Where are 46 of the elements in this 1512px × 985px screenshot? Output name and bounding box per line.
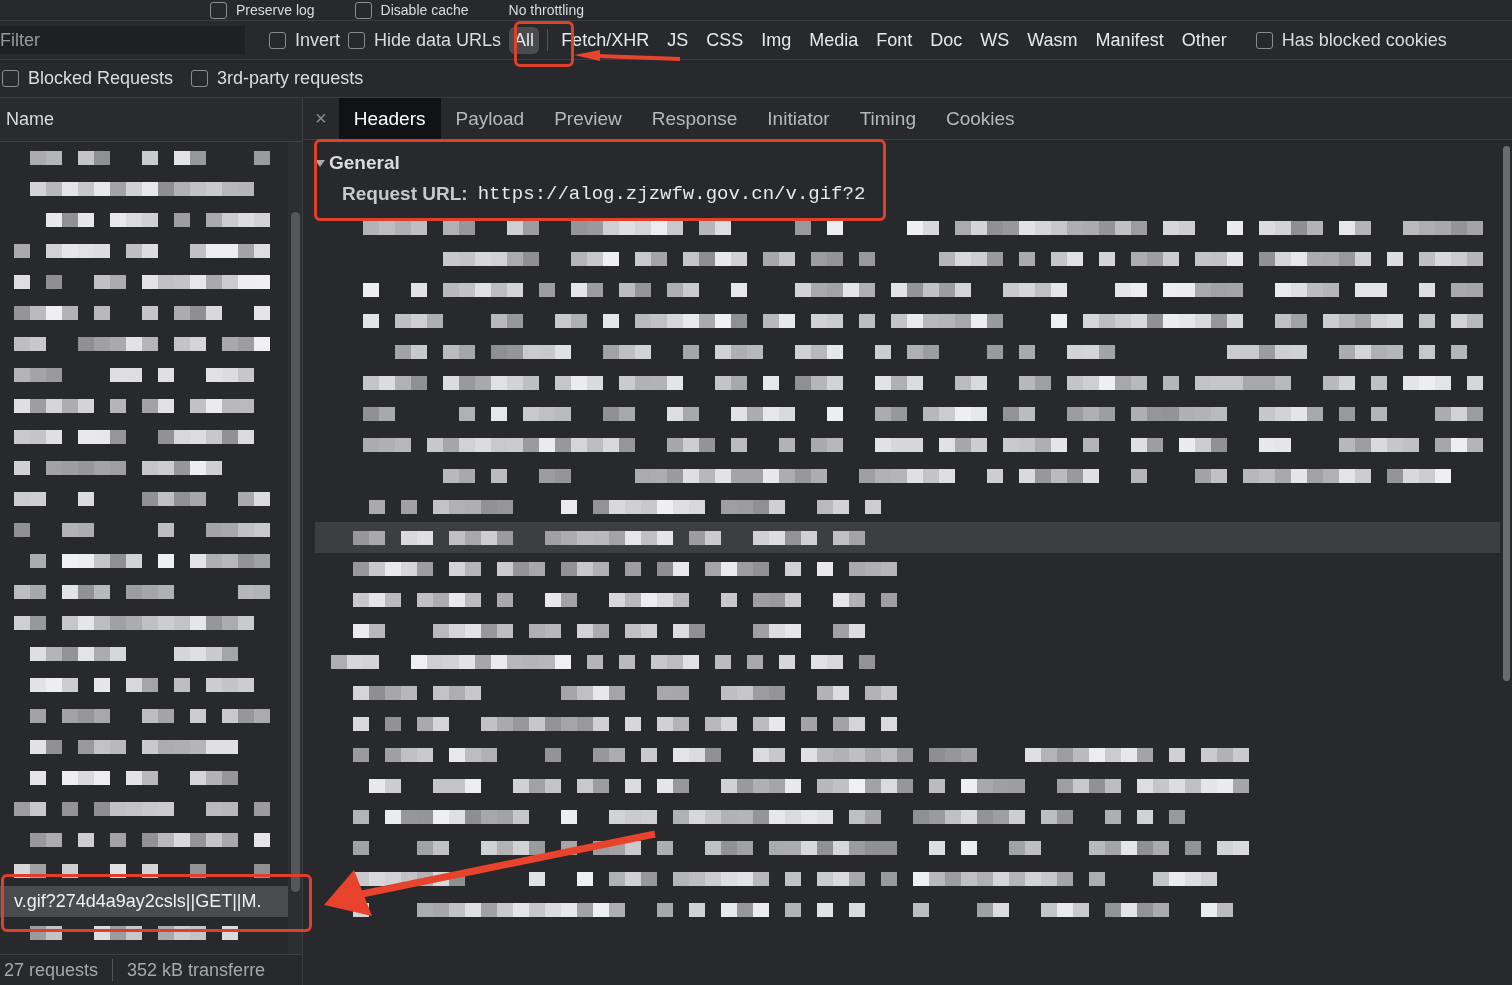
type-filter-button[interactable]: Media xyxy=(804,26,864,54)
status-text: 27 requests xyxy=(4,959,99,981)
option-label: Preserve log xyxy=(236,2,315,18)
option-label: Hide data URLs xyxy=(374,29,502,51)
throttling-select[interactable]: No throttling xyxy=(508,2,584,18)
type-filter-button[interactable]: Img xyxy=(756,26,797,54)
status-text: 352 kB transferre xyxy=(127,959,266,981)
option-label: Invert xyxy=(295,29,341,51)
tab[interactable]: Payload xyxy=(440,98,540,139)
checkbox[interactable] xyxy=(2,70,19,87)
checkbox[interactable] xyxy=(191,70,209,87)
tab[interactable]: Initiator xyxy=(752,98,845,139)
type-filter-button[interactable]: Doc xyxy=(925,26,968,54)
tab[interactable]: Cookies xyxy=(930,98,1030,139)
tab[interactable]: Response xyxy=(636,98,753,139)
request-row[interactable]: v.gif?274d4a9ay2csls||GET||M. xyxy=(0,886,288,917)
type-filter-button[interactable]: Other xyxy=(1176,26,1232,54)
option-label: Disable cache xyxy=(380,2,469,18)
filter-field[interactable]: Filter xyxy=(0,26,245,54)
column-header[interactable]: Name xyxy=(6,109,54,130)
option-label: 3rd-party requests xyxy=(217,68,364,89)
section-title[interactable]: General xyxy=(329,152,400,174)
checkbox[interactable] xyxy=(1255,31,1273,49)
option-label: Has blocked cookies xyxy=(1281,29,1447,51)
expand-triangle-icon[interactable] xyxy=(315,158,325,168)
checkbox[interactable] xyxy=(269,31,286,49)
header-name: Request URL: xyxy=(342,183,468,205)
type-filter-button[interactable]: Wasm xyxy=(1022,26,1083,54)
option-label: Blocked Requests xyxy=(28,68,174,89)
tab[interactable]: Timing xyxy=(844,98,931,139)
arrow-icon xyxy=(324,830,656,916)
checkbox[interactable] xyxy=(348,31,366,49)
type-filter-button[interactable]: Font xyxy=(871,26,918,54)
type-filter-button[interactable]: JS xyxy=(662,26,694,54)
close-button[interactable]: × xyxy=(303,98,339,139)
tab[interactable]: Preview xyxy=(539,98,637,139)
arrow-icon xyxy=(574,50,681,61)
type-filter-button[interactable]: CSS xyxy=(701,26,749,54)
checkbox[interactable] xyxy=(210,1,227,19)
type-filter-button[interactable]: WS xyxy=(975,26,1015,54)
tab[interactable]: Headers xyxy=(338,98,441,139)
header-value: https://alog.zjzwfw.gov.cn/v.gif?2 xyxy=(477,183,866,205)
scrollbar-thumb[interactable] xyxy=(290,212,300,892)
type-filter-button[interactable]: Manifest xyxy=(1090,26,1169,54)
scrollbar-thumb[interactable] xyxy=(1502,146,1510,681)
checkbox[interactable] xyxy=(354,1,372,19)
